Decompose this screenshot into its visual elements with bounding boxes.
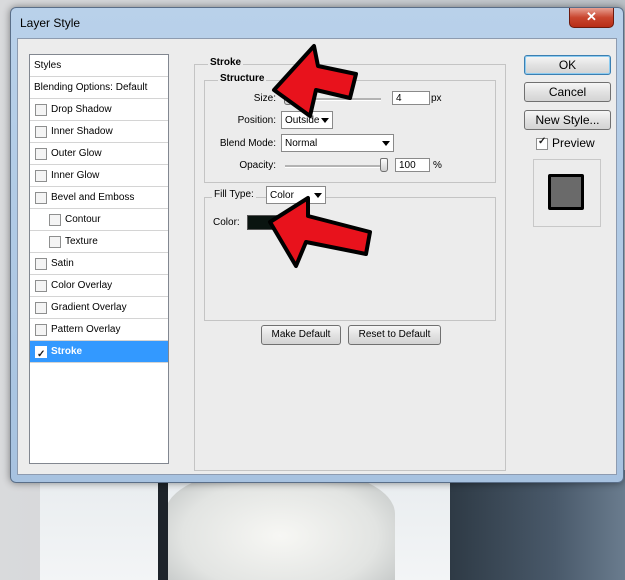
cancel-button[interactable]: Cancel <box>524 82 611 102</box>
preview-checkbox[interactable]: ✓ <box>536 136 548 150</box>
styles-header[interactable]: Styles <box>30 55 168 77</box>
style-item-drop-shadow[interactable]: Drop Shadow <box>30 99 168 121</box>
style-item-gradient-overlay[interactable]: Gradient Overlay <box>30 297 168 319</box>
style-item-bevel-emboss[interactable]: Bevel and Emboss <box>30 187 168 209</box>
fill-type-label: Fill Type: <box>212 189 256 200</box>
background-image-penguin-dark <box>450 470 625 580</box>
style-item-inner-shadow[interactable]: Inner Shadow <box>30 121 168 143</box>
stroke-group-title: Stroke <box>208 57 244 68</box>
size-input[interactable]: 4 <box>392 91 430 105</box>
bevel-emboss-checkbox[interactable] <box>35 192 47 204</box>
style-item-color-overlay[interactable]: Color Overlay <box>30 275 168 297</box>
inner-shadow-checkbox[interactable] <box>35 126 47 138</box>
inner-glow-checkbox[interactable] <box>35 170 47 182</box>
color-label: Color: <box>213 217 240 228</box>
style-item-pattern-overlay[interactable]: Pattern Overlay <box>30 319 168 341</box>
gradient-overlay-checkbox[interactable] <box>35 302 47 314</box>
blend-mode-label: Blend Mode: <box>219 138 276 149</box>
style-item-satin[interactable]: Satin <box>30 253 168 275</box>
texture-checkbox[interactable] <box>49 236 61 248</box>
close-button[interactable]: ✕ <box>569 8 614 28</box>
pattern-overlay-checkbox[interactable] <box>35 324 47 336</box>
ok-button[interactable]: OK <box>524 55 611 75</box>
make-default-button[interactable]: Make Default <box>261 325 341 345</box>
preview-label: Preview <box>552 136 595 150</box>
structure-group-title: Structure <box>218 73 267 84</box>
style-preview <box>533 159 601 227</box>
blend-mode-dropdown[interactable]: Normal <box>281 134 394 152</box>
preview-thumbnail <box>548 174 584 210</box>
blending-options-item[interactable]: Blending Options: Default <box>30 77 168 99</box>
contour-checkbox[interactable] <box>49 214 61 226</box>
style-item-texture[interactable]: Texture <box>30 231 168 253</box>
style-item-contour[interactable]: Contour <box>30 209 168 231</box>
opacity-unit: % <box>433 160 442 171</box>
styles-list: Styles Blending Options: Default Drop Sh… <box>29 54 169 464</box>
checkmark-icon: ✓ <box>37 349 46 360</box>
size-unit: px <box>431 93 442 104</box>
reset-to-default-button[interactable]: Reset to Default <box>348 325 441 345</box>
chevron-down-icon <box>382 141 390 146</box>
new-style-button[interactable]: New Style... <box>524 110 611 130</box>
style-item-outer-glow[interactable]: Outer Glow <box>30 143 168 165</box>
drop-shadow-checkbox[interactable] <box>35 104 47 116</box>
opacity-label: Opacity: <box>239 160 276 171</box>
background-image-penguin <box>165 470 395 580</box>
outer-glow-checkbox[interactable] <box>35 148 47 160</box>
style-item-inner-glow[interactable]: Inner Glow <box>30 165 168 187</box>
annotation-arrow-size <box>272 44 358 118</box>
style-item-stroke[interactable]: ✓ Stroke <box>30 341 168 363</box>
dialog-title: Layer Style <box>20 16 81 30</box>
opacity-slider-track[interactable] <box>285 165 385 168</box>
background-image-detail <box>158 470 168 580</box>
annotation-arrow-color <box>268 196 372 268</box>
opacity-slider-thumb[interactable] <box>380 158 388 172</box>
opacity-input[interactable]: 100 <box>395 158 430 172</box>
checkmark-icon: ✓ <box>538 136 547 147</box>
satin-checkbox[interactable] <box>35 258 47 270</box>
close-icon: ✕ <box>586 9 597 24</box>
color-overlay-checkbox[interactable] <box>35 280 47 292</box>
stroke-checkbox[interactable]: ✓ <box>35 346 47 360</box>
